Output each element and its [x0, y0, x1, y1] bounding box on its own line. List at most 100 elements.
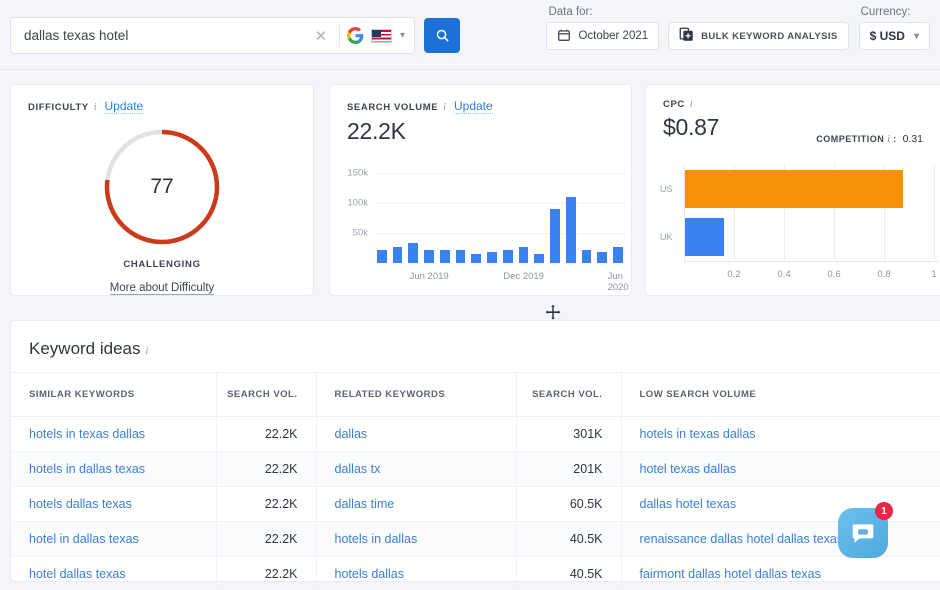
volume-bar[interactable]: [455, 249, 466, 263]
volume-bar[interactable]: [376, 249, 387, 263]
competition-value: 0.31: [902, 133, 923, 145]
chevron-down-icon[interactable]: ▾: [400, 30, 405, 41]
currency-label: Currency:: [860, 6, 911, 18]
y-axis-tick-label: 100k: [347, 197, 368, 209]
table-row: hotels in texas dallas 22.2K dallas 301K hot…: [11, 416, 940, 452]
volume-bar[interactable]: [565, 197, 576, 263]
search-volume-cell: 22.2K: [216, 521, 317, 557]
column-header[interactable]: LOW SEARCH VOLUME: [621, 372, 940, 417]
volume-bar[interactable]: [581, 249, 592, 263]
currency-value: $ USD: [869, 29, 905, 43]
keyword-link[interactable]: hotels in texas dallas: [621, 416, 940, 452]
clear-search-icon[interactable]: ✕: [310, 27, 332, 45]
volume-bar[interactable]: [424, 249, 434, 263]
chevron-down-icon: ▾: [913, 30, 919, 42]
currency-select[interactable]: $ USD ▾: [858, 22, 930, 50]
info-icon[interactable]: i: [690, 99, 693, 110]
chat-unread-badge: 1: [875, 502, 893, 520]
x-axis-tick-label: 0.6: [827, 269, 841, 280]
search-volume-cell: 201K: [516, 451, 622, 487]
volume-bar[interactable]: [613, 246, 623, 263]
difficulty-verdict: CHALLENGING: [123, 259, 201, 270]
column-header[interactable]: SEARCH VOL.: [216, 372, 317, 417]
x-axis-tick-label: Jun 2019: [409, 271, 449, 282]
bulk-label: BULK KEYWORD ANALYSIS: [701, 30, 838, 42]
search-volume-update-link[interactable]: Update: [453, 99, 493, 114]
search-volume-cell: 40.5K: [516, 521, 622, 557]
info-icon[interactable]: i: [146, 346, 149, 357]
competition-label: COMPETITION: [816, 134, 885, 144]
difficulty-card: DIFFICULTY i Update 77 CHALLENGING More …: [10, 84, 314, 296]
cpc-card: CPC i $0.87 COMPETITION i : 0.31 0.2 0.4 0…: [645, 84, 940, 296]
us-flag-icon: [370, 28, 392, 43]
search-volume-cell: 22.2K: [216, 486, 317, 522]
data-for-group: Data for: October 2021 BULK KEYWORD ANAL…: [546, 6, 849, 50]
competition-block: COMPETITION i : 0.31: [816, 133, 923, 145]
table-row: hotels dallas texas 22.2K dallas time 60.5K…: [11, 486, 940, 522]
volume-bar[interactable]: [392, 246, 403, 263]
search-input[interactable]: [11, 28, 310, 43]
move-cursor: [543, 303, 563, 323]
keyword-ideas-title: Keyword ideas i: [11, 321, 940, 359]
keyword-ideas-table: SIMILAR KEYWORDS SEARCH VOL. RELATED KEYWO…: [11, 372, 940, 590]
chat-widget[interactable]: 1: [838, 502, 893, 558]
table-row: hotel in dallas texas 22.2K hotels in dall…: [11, 521, 940, 557]
volume-bar[interactable]: [502, 249, 513, 263]
keyword-link[interactable]: hotels in dallas texas: [11, 451, 217, 487]
search-volume-cell: 22.2K: [216, 416, 317, 452]
gridline: [934, 165, 935, 261]
keyword-link[interactable]: hotels in dallas: [316, 521, 517, 557]
date-picker-button[interactable]: October 2021: [546, 22, 660, 50]
column-header[interactable]: SEARCH VOL.: [516, 372, 622, 417]
info-icon[interactable]: i: [887, 134, 890, 145]
volume-bar[interactable]: [487, 252, 497, 263]
keyword-link[interactable]: dallas tx: [316, 451, 517, 487]
x-axis-line: [684, 261, 938, 262]
search-volume-chart: 50k 100k 150k Jun 2019 Dec 2019 Jun 2020: [330, 151, 633, 297]
search-volume-cell: 301K: [516, 416, 622, 452]
keyword-link[interactable]: dallas time: [316, 486, 517, 522]
search-volume-title: SEARCH VOLUME: [347, 102, 439, 113]
volume-bar[interactable]: [534, 254, 545, 263]
cpc-bar[interactable]: [685, 170, 903, 208]
x-axis-tick-label: 0.2: [727, 269, 741, 280]
cpc-bar[interactable]: [685, 218, 724, 256]
cpc-title: CPC: [663, 99, 685, 110]
info-icon[interactable]: i: [94, 102, 97, 113]
keyword-link[interactable]: hotel texas dallas: [621, 451, 940, 487]
keyword-link[interactable]: dallas: [316, 416, 517, 452]
volume-bar[interactable]: [439, 249, 450, 263]
keyword-link[interactable]: hotels in texas dallas: [11, 416, 217, 452]
cpc-chart: 0.2 0.4 0.6 0.8 1 US UK: [646, 161, 940, 297]
keyword-link[interactable]: dallas hotel texas: [621, 486, 940, 522]
volume-bar[interactable]: [471, 254, 482, 263]
table-body: hotels in texas dallas 22.2K dallas 301K hot…: [11, 416, 940, 590]
keyword-link[interactable]: fairmont dallas hotel dallas texas: [621, 556, 940, 590]
keyword-link[interactable]: hotels dallas texas: [11, 486, 217, 522]
volume-bar[interactable]: [408, 243, 419, 263]
x-axis-tick-label: Dec 2019: [503, 271, 544, 282]
search-volume-value: 22.2K: [347, 118, 406, 144]
table-header-row: SIMILAR KEYWORDS SEARCH VOL. RELATED KEYWO…: [11, 372, 940, 417]
country-label: US: [660, 184, 673, 194]
volume-bar[interactable]: [550, 208, 560, 263]
volume-bar[interactable]: [597, 252, 608, 263]
more-about-difficulty-link[interactable]: More about Difficulty: [11, 282, 313, 295]
search-volume-card: SEARCH VOLUME i Update 22.2K 50k 100k 150k…: [329, 84, 632, 296]
volume-bar[interactable]: [518, 246, 529, 263]
info-icon[interactable]: i: [443, 102, 446, 113]
column-header[interactable]: SIMILAR KEYWORDS: [11, 372, 217, 417]
keyword-link[interactable]: hotel dallas texas: [11, 556, 217, 590]
difficulty-update-link[interactable]: Update: [104, 99, 144, 114]
toolbar-right: Data for: October 2021 BULK KEYWORD ANAL…: [546, 6, 940, 50]
keyword-link[interactable]: hotels dallas: [316, 556, 517, 590]
keyword-link[interactable]: renaissance dallas hotel dallas texas: [621, 521, 940, 557]
difficulty-score: 77: [150, 175, 174, 198]
search-submit-button[interactable]: [424, 18, 460, 53]
keyword-link[interactable]: hotel in dallas texas: [11, 521, 217, 557]
more-link-text: More about Difficulty: [109, 282, 215, 295]
bulk-keyword-analysis-button[interactable]: BULK KEYWORD ANALYSIS: [668, 22, 849, 50]
table-row: hotel dallas texas 22.2K hotels dallas 40.5…: [11, 556, 940, 590]
column-header[interactable]: RELATED KEYWORDS: [316, 372, 517, 417]
gridline: [374, 233, 626, 234]
